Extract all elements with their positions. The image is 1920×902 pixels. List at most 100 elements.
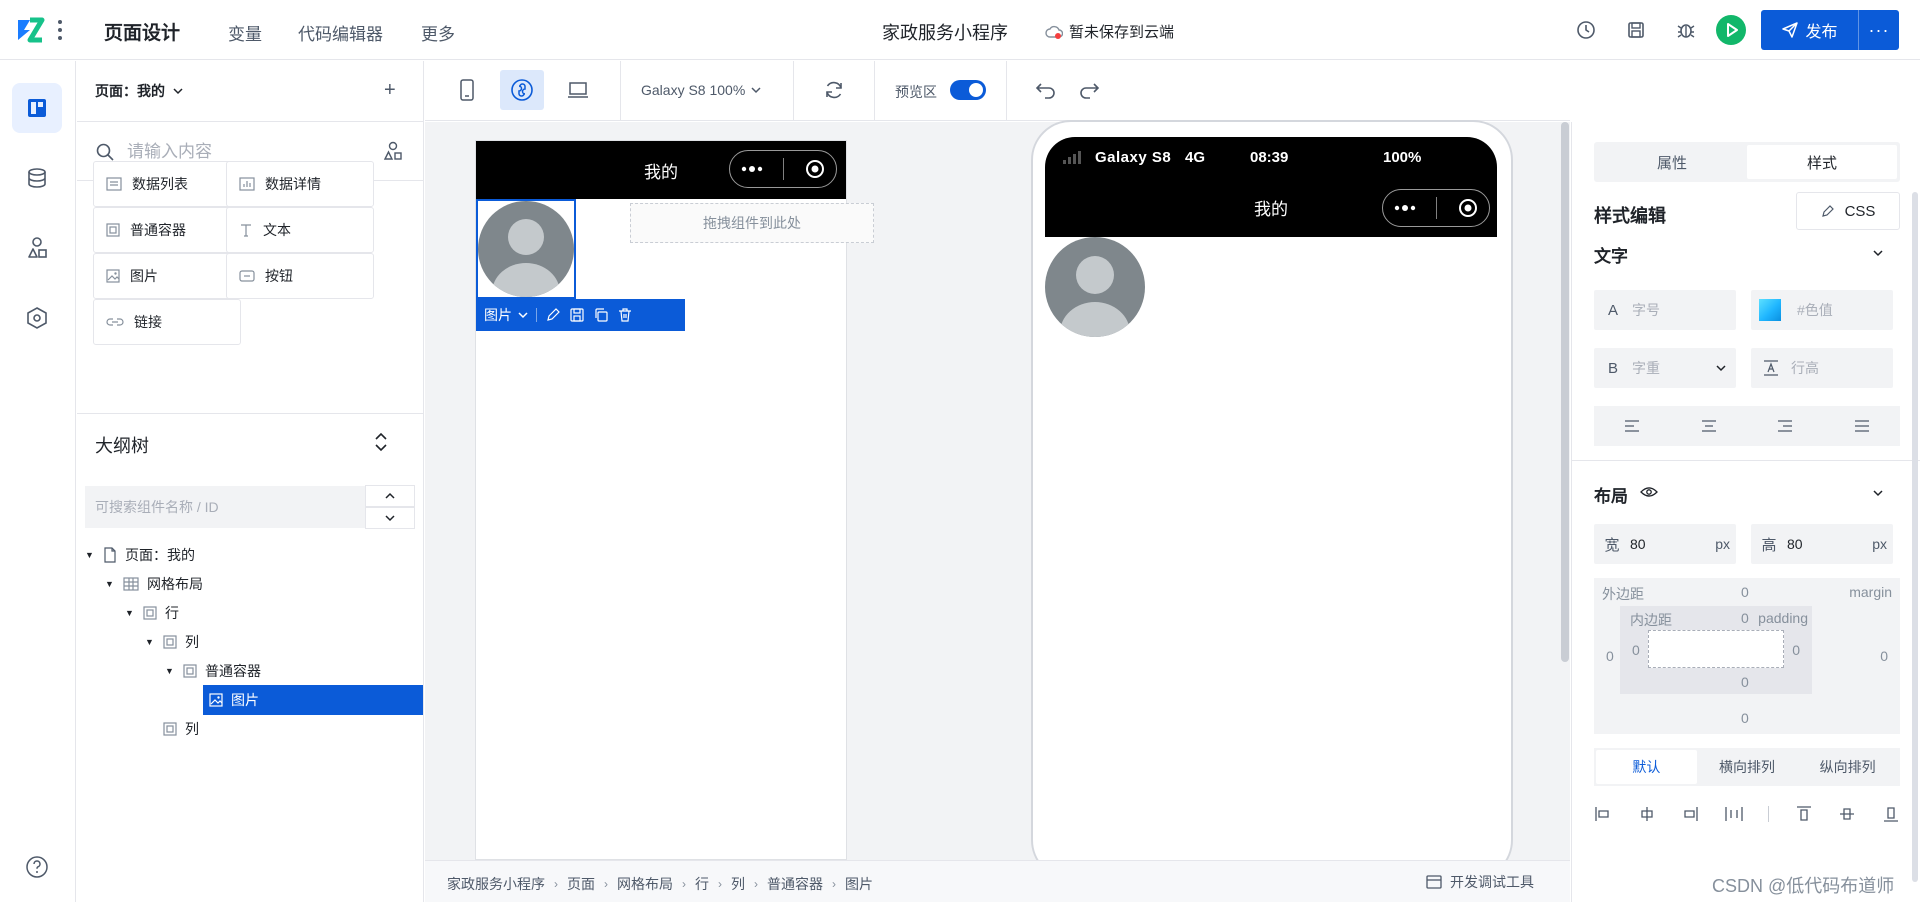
nav-variables[interactable]: 变量 xyxy=(228,20,262,45)
mobile-device-button[interactable] xyxy=(445,70,489,110)
redo-button[interactable] xyxy=(1072,70,1106,110)
caret-down-icon[interactable]: ▼ xyxy=(165,666,175,676)
breadcrumb-item[interactable]: 家政服务小程序 xyxy=(447,874,545,894)
align-middle-icon[interactable] xyxy=(1838,806,1856,822)
eye-icon[interactable] xyxy=(1640,486,1658,498)
publish-button[interactable]: 发布 xyxy=(1761,10,1859,50)
device-size-select[interactable]: Galaxy S8 100% xyxy=(641,82,761,98)
editor-phone-canvas[interactable]: 我的 拖拽组件到此处 图片 xyxy=(475,140,874,860)
nav-page-design[interactable]: 页面设计 xyxy=(104,18,180,45)
caret-down-icon[interactable]: ▼ xyxy=(145,637,155,647)
color-swatch[interactable] xyxy=(1759,299,1781,321)
color-field[interactable]: #色值 xyxy=(1751,290,1893,330)
align-center-icon[interactable] xyxy=(1701,420,1717,432)
align-top-icon[interactable] xyxy=(1795,806,1813,822)
caret-down-icon[interactable]: ▼ xyxy=(105,579,115,589)
history-icon[interactable] xyxy=(1573,17,1599,43)
publish-more-button[interactable]: ··· xyxy=(1859,20,1899,41)
breadcrumb-item[interactable]: 网格布局 xyxy=(617,874,673,894)
component-item-4[interactable]: 图片 xyxy=(93,253,241,299)
rail-settings[interactable] xyxy=(12,293,62,343)
rail-page-design[interactable] xyxy=(12,83,62,133)
outline-node[interactable]: ▼ 页面：我的 xyxy=(85,540,195,570)
preview-toggle-switch[interactable] xyxy=(950,80,986,100)
caret-down-icon[interactable]: ▼ xyxy=(125,608,135,618)
css-button[interactable]: CSS xyxy=(1796,192,1900,230)
padding-left-value[interactable]: 0 xyxy=(1632,642,1640,658)
canvas-scrollbar[interactable] xyxy=(1561,122,1569,662)
breadcrumb-item[interactable]: 图片 xyxy=(845,874,873,894)
outline-search-next-button[interactable] xyxy=(365,507,415,529)
padding-right-value[interactable]: 0 xyxy=(1792,642,1800,658)
outline-node[interactable]: ▼ 网格布局 xyxy=(105,569,203,599)
font-size-field[interactable]: A 字号 xyxy=(1594,290,1736,330)
layout-mode-default[interactable]: 默认 xyxy=(1596,750,1697,784)
line-height-field[interactable]: 行高 xyxy=(1751,348,1893,388)
copy-icon[interactable] xyxy=(593,307,609,323)
outline-search-input[interactable] xyxy=(85,486,373,528)
margin-bottom-value[interactable]: 0 xyxy=(1741,710,1749,726)
outline-node[interactable]: ▼ 普通容器 xyxy=(165,656,261,686)
app-logo-icon[interactable] xyxy=(14,16,46,44)
component-item-5[interactable]: 按钮 xyxy=(226,253,374,299)
run-preview-button[interactable] xyxy=(1716,15,1746,45)
outline-node[interactable]: ▼ 列 xyxy=(145,627,199,657)
layout-mode-vertical[interactable]: 纵向排列 xyxy=(1797,750,1898,784)
breadcrumb-item[interactable]: 普通容器 xyxy=(767,874,823,894)
nav-more[interactable]: 更多 xyxy=(421,20,455,45)
chevron-down-icon[interactable] xyxy=(1872,248,1884,258)
align-justify-icon[interactable] xyxy=(1854,420,1870,432)
padding-bottom-value[interactable]: 0 xyxy=(1741,674,1749,690)
chevron-down-icon[interactable] xyxy=(1872,488,1884,498)
breadcrumb-item[interactable]: 行 xyxy=(695,874,709,894)
component-item-2[interactable]: 普通容器 xyxy=(93,207,241,253)
align-bottom-icon[interactable] xyxy=(1882,806,1900,822)
align-left-icon[interactable] xyxy=(1624,420,1640,432)
component-item-6[interactable]: 链接 xyxy=(93,299,241,345)
caret-down-icon[interactable]: ▼ xyxy=(85,550,95,560)
breadcrumb-item[interactable]: 页面 xyxy=(567,874,595,894)
drop-zone[interactable]: 拖拽组件到此处 xyxy=(630,203,874,243)
component-item-0[interactable]: 数据列表 xyxy=(93,161,241,207)
help-icon[interactable] xyxy=(24,854,50,880)
outline-search-prev-button[interactable] xyxy=(365,485,415,507)
align-center-h-icon[interactable] xyxy=(1638,806,1656,822)
tab-style[interactable]: 样式 xyxy=(1747,145,1897,179)
component-item-3[interactable]: 文本 xyxy=(226,207,374,253)
rail-database[interactable] xyxy=(12,153,62,203)
debug-bug-icon[interactable] xyxy=(1673,17,1699,43)
page-selector[interactable]: 页面：我的 xyxy=(95,81,183,101)
padding-top-value[interactable]: 0 xyxy=(1741,610,1749,626)
align-right-icon[interactable] xyxy=(1777,420,1793,432)
space-between-icon[interactable] xyxy=(1725,806,1743,822)
width-field[interactable]: 宽 80 px xyxy=(1594,524,1736,564)
outline-node[interactable]: 图片 xyxy=(203,685,423,715)
selection-type-select[interactable]: 图片 xyxy=(484,305,528,325)
align-end-icon[interactable] xyxy=(1681,806,1699,822)
align-start-icon[interactable] xyxy=(1594,806,1612,822)
save-template-icon[interactable] xyxy=(569,307,585,323)
add-page-button[interactable]: + xyxy=(384,79,396,102)
layout-mode-horizontal[interactable]: 横向排列 xyxy=(1697,750,1798,784)
font-weight-field[interactable]: B 字重 xyxy=(1594,348,1736,388)
breadcrumb-item[interactable]: 列 xyxy=(731,874,745,894)
rail-components[interactable] xyxy=(12,223,62,273)
selected-image-component[interactable] xyxy=(476,199,576,299)
edit-pencil-icon[interactable] xyxy=(545,307,561,323)
expand-collapse-icon[interactable] xyxy=(373,432,389,452)
refresh-button[interactable] xyxy=(812,70,856,110)
outline-node[interactable]: 列 xyxy=(145,714,199,744)
app-menu-icon[interactable] xyxy=(56,18,64,42)
margin-top-value[interactable]: 0 xyxy=(1741,584,1749,600)
mini-program-device-button[interactable] xyxy=(500,70,544,110)
component-item-1[interactable]: 数据详情 xyxy=(226,161,374,207)
undo-button[interactable] xyxy=(1029,70,1063,110)
tab-properties[interactable]: 属性 xyxy=(1597,145,1747,179)
save-icon[interactable] xyxy=(1623,17,1649,43)
margin-left-value[interactable]: 0 xyxy=(1606,648,1614,664)
height-field[interactable]: 高 80 px xyxy=(1751,524,1893,564)
dev-tools-button[interactable]: 开发调试工具 xyxy=(1426,872,1534,892)
style-panel-scrollbar[interactable] xyxy=(1912,192,1918,882)
nav-code-editor[interactable]: 代码编辑器 xyxy=(298,20,383,45)
delete-trash-icon[interactable] xyxy=(617,307,633,323)
